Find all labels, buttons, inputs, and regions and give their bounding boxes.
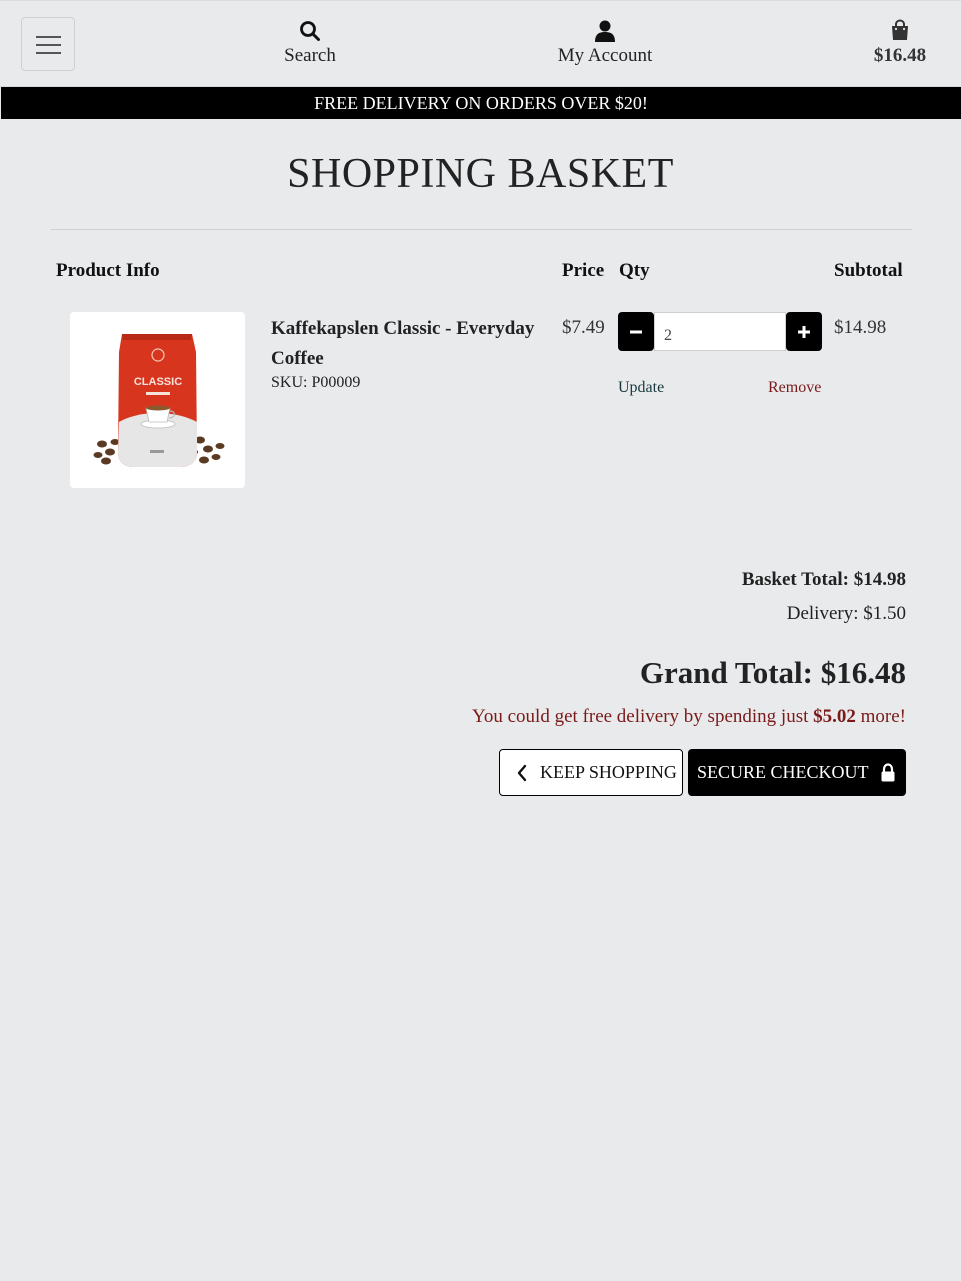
divider: [51, 229, 912, 230]
menu-toggle-button[interactable]: [21, 17, 75, 71]
search-icon: [270, 19, 350, 43]
secure-checkout-button[interactable]: SECURE CHECKOUT: [688, 749, 906, 796]
search-label: Search: [284, 45, 336, 66]
grand-total: Grand Total: $16.48: [639, 655, 906, 690]
product-name[interactable]: Kaffekapslen Classic - Everyday Coffee: [271, 314, 556, 374]
hamburger-icon: [36, 36, 61, 38]
hamburger-icon-bar: [36, 52, 61, 54]
product-image: CLASSIC: [70, 312, 245, 488]
free-delivery-suffix: more!: [860, 706, 906, 727]
plus-icon: [798, 325, 810, 338]
minus-icon: [630, 330, 642, 333]
basket-total: Basket Total: $14.98: [741, 569, 906, 590]
shopping-bag-icon: [860, 19, 940, 43]
hamburger-icon-bar: [36, 44, 61, 46]
keep-shopping-label: KEEP SHOPPING: [540, 762, 677, 782]
product-sku: SKU: P00009: [271, 374, 361, 391]
quantity-input[interactable]: [654, 312, 786, 351]
chevron-left-icon: [516, 764, 528, 782]
increment-qty-button[interactable]: [786, 312, 822, 351]
free-delivery-note: You could get free delivery by spending …: [472, 706, 906, 728]
user-icon: [540, 19, 670, 43]
remove-link[interactable]: Remove: [768, 379, 821, 397]
secure-checkout-label: SECURE CHECKOUT: [697, 762, 869, 782]
bag-brand-text: CLASSIC: [134, 376, 182, 388]
account-label: My Account: [557, 45, 653, 66]
column-header-product: Product Info: [56, 260, 160, 281]
free-delivery-amount: $5.02: [813, 706, 856, 727]
column-header-price: Price: [562, 260, 605, 281]
column-header-subtotal: Subtotal: [834, 260, 903, 281]
top-navbar: Search My Account $16.48: [0, 0, 961, 87]
free-delivery-banner: FREE DELIVERY ON ORDERS OVER $20!: [1, 87, 961, 119]
keep-shopping-button[interactable]: KEEP SHOPPING: [499, 749, 683, 796]
delivery-cost: Delivery: $1.50: [786, 603, 906, 624]
free-delivery-prefix: You could get free delivery by spending …: [472, 706, 809, 727]
product-price: $7.49: [562, 317, 605, 338]
basket-amount: $16.48: [873, 45, 927, 66]
decrement-qty-button[interactable]: [618, 312, 654, 351]
column-header-qty: Qty: [619, 260, 650, 281]
row-subtotal: $14.98: [834, 317, 887, 338]
page-title: SHOPPING BASKET: [287, 151, 674, 197]
search-nav-link[interactable]: Search: [270, 19, 350, 67]
lock-icon: [880, 762, 896, 783]
update-link[interactable]: Update: [618, 379, 664, 397]
basket-nav-link[interactable]: $16.48: [860, 19, 940, 67]
account-nav-link[interactable]: My Account: [540, 19, 670, 67]
